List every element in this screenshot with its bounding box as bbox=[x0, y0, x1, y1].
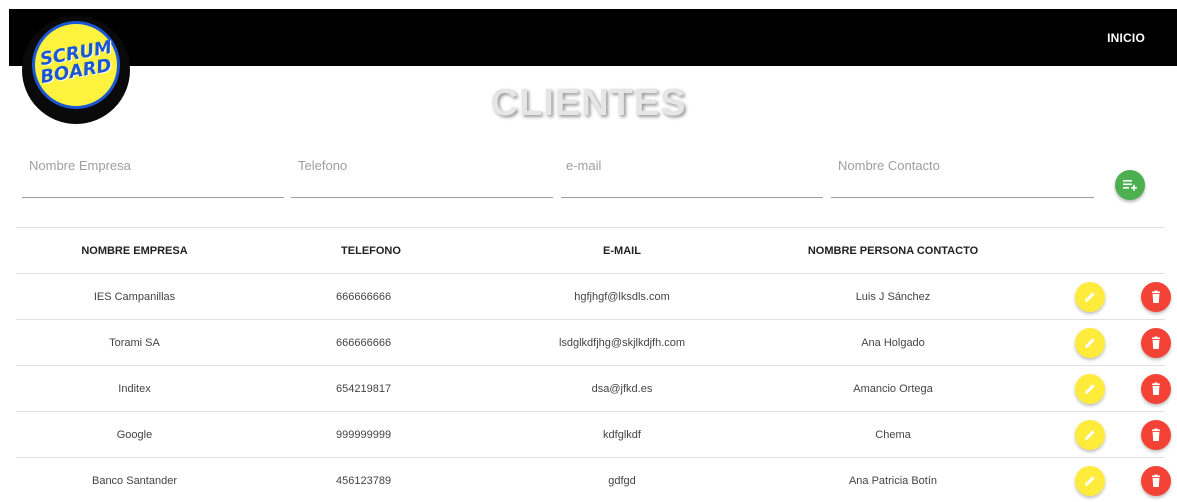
edit-button[interactable] bbox=[1075, 420, 1105, 450]
edit-button[interactable] bbox=[1075, 328, 1105, 358]
cell-actions bbox=[1031, 411, 1171, 458]
table-row: Google 999999999 kdfglkdf Chema bbox=[16, 411, 1171, 458]
trash-icon bbox=[1152, 336, 1160, 349]
cell-contacto: Amancio Ortega bbox=[755, 365, 1031, 412]
pencil-icon bbox=[1085, 338, 1095, 348]
cell-email: dsa@jfkd.es bbox=[489, 365, 755, 412]
cell-empresa: IES Campanillas bbox=[16, 273, 253, 320]
email-field bbox=[561, 150, 823, 198]
cell-telefono: 999999999 bbox=[253, 411, 489, 458]
cell-empresa: Banco Santander bbox=[16, 457, 253, 502]
delete-button[interactable] bbox=[1141, 420, 1171, 450]
edit-button[interactable] bbox=[1075, 374, 1105, 404]
cell-email: gdfgd bbox=[489, 457, 755, 502]
cell-telefono: 456123789 bbox=[253, 457, 489, 502]
pencil-icon bbox=[1085, 384, 1095, 394]
telefono-input[interactable] bbox=[298, 150, 553, 180]
table-row: IES Campanillas 666666666 hgfjhgf@lksdls.c… bbox=[16, 273, 1171, 320]
cell-actions bbox=[1031, 457, 1171, 502]
delete-button[interactable] bbox=[1141, 374, 1171, 404]
cell-email: kdfglkdf bbox=[489, 411, 755, 458]
cell-contacto: Ana Holgado bbox=[755, 319, 1031, 366]
edit-button[interactable] bbox=[1075, 282, 1105, 312]
add-client-button[interactable] bbox=[1115, 170, 1145, 200]
cell-telefono: 666666666 bbox=[253, 319, 489, 366]
cell-email: lsdglkdfjhg@skjlkdjfh.com bbox=[489, 319, 755, 366]
cell-contacto: Ana Patricia Botín bbox=[755, 457, 1031, 502]
trash-icon bbox=[1152, 474, 1160, 487]
cell-telefono: 654219817 bbox=[253, 365, 489, 412]
cell-contacto: Chema bbox=[755, 411, 1031, 458]
pencil-icon bbox=[1085, 430, 1095, 440]
trash-icon bbox=[1152, 290, 1160, 303]
delete-button[interactable] bbox=[1141, 328, 1171, 358]
empresa-field bbox=[22, 150, 284, 198]
nav-inicio-link[interactable]: INICIO bbox=[1107, 31, 1145, 45]
table-header-row: NOMBRE EMPRESA TELEFONO E-MAIL NOMBRE PE… bbox=[16, 227, 1165, 274]
trash-icon bbox=[1152, 428, 1160, 441]
table-row: Inditex 654219817 dsa@jfkd.es Amancio Orteg… bbox=[16, 365, 1171, 412]
cell-actions bbox=[1031, 273, 1171, 320]
cell-empresa: Torami SA bbox=[16, 319, 253, 366]
cell-empresa: Google bbox=[16, 411, 253, 458]
pencil-icon bbox=[1085, 476, 1095, 486]
header-contacto: NOMBRE PERSONA CONTACTO bbox=[755, 227, 1031, 274]
contacto-field bbox=[831, 150, 1094, 198]
cell-email: hgfjhgf@lksdls.com bbox=[489, 273, 755, 320]
cell-telefono: 666666666 bbox=[253, 273, 489, 320]
telefono-field bbox=[291, 150, 553, 198]
edit-button[interactable] bbox=[1075, 466, 1105, 496]
header-nombre-empresa: NOMBRE EMPRESA bbox=[16, 227, 253, 274]
delete-button[interactable] bbox=[1141, 282, 1171, 312]
playlist-add-icon bbox=[1123, 180, 1137, 191]
table-row: Torami SA 666666666 lsdglkdfjhg@skjlkdjfh.… bbox=[16, 319, 1171, 366]
top-navbar: INICIO bbox=[9, 9, 1177, 66]
cell-actions bbox=[1031, 365, 1171, 412]
pencil-icon bbox=[1085, 292, 1095, 302]
email-input[interactable] bbox=[566, 150, 823, 180]
trash-icon bbox=[1152, 382, 1160, 395]
contacto-input[interactable] bbox=[838, 150, 1094, 180]
cell-contacto: Luis J Sánchez bbox=[755, 273, 1031, 320]
cell-actions bbox=[1031, 319, 1171, 366]
page-title: CLIENTES bbox=[490, 82, 687, 124]
table-row: Banco Santander 456123789 gdfgd Ana Patrici… bbox=[16, 457, 1171, 502]
header-email: E-MAIL bbox=[489, 227, 755, 274]
header-telefono: TELEFONO bbox=[253, 227, 489, 274]
empresa-input[interactable] bbox=[29, 150, 284, 180]
clients-table: NOMBRE EMPRESA TELEFONO E-MAIL NOMBRE PE… bbox=[16, 227, 1171, 502]
delete-button[interactable] bbox=[1141, 466, 1171, 496]
header-actions bbox=[1031, 227, 1165, 274]
cell-empresa: Inditex bbox=[16, 365, 253, 412]
